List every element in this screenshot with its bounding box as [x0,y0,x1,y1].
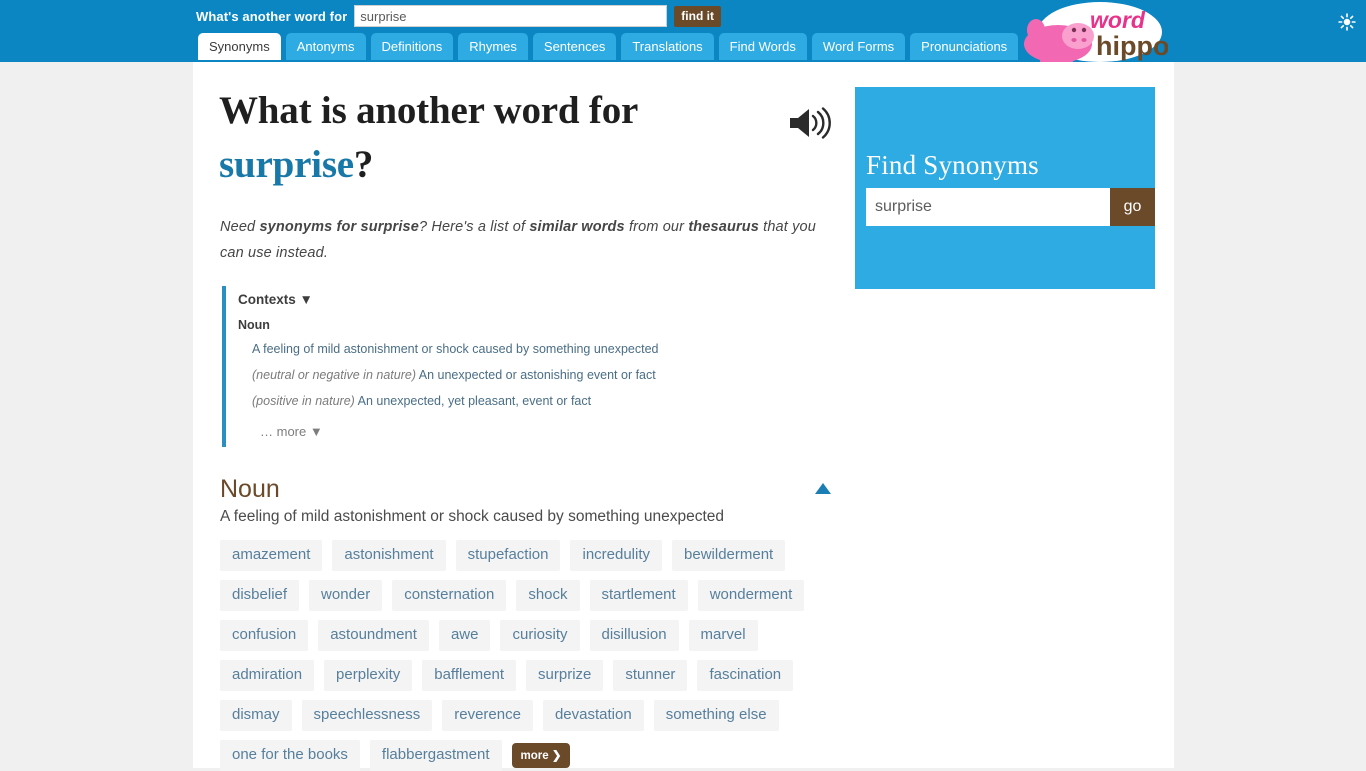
blurb-bold-2: similar words [529,218,625,235]
header-search-form: What's another word for find it [196,5,721,27]
sidebar-search-input[interactable] [866,188,1110,226]
context-line[interactable]: (neutral or negative in nature) An unexp… [252,367,842,384]
synonym-chip[interactable]: something else [653,700,779,731]
synonym-chip[interactable]: stunner [613,660,688,691]
tab-translations[interactable]: Translations [621,33,714,60]
synonym-chip[interactable]: startlement [589,580,688,611]
blurb-bold-1: synonyms for surprise [259,218,419,235]
sidebar-search-form: go [866,188,1155,226]
search-label: What's another word for [196,8,348,24]
context-text: An unexpected, yet pleasant, event or fa… [354,394,592,409]
tab-find-words[interactable]: Find Words [718,33,807,60]
chevron-down-icon: ▼ [299,292,313,308]
synonym-chip[interactable]: marvel [688,620,758,651]
synonym-chip[interactable]: stupefaction [455,540,561,571]
blurb-part-2: ? Here's a list of [418,218,530,235]
synonym-chip[interactable]: astonishment [332,540,446,571]
context-note: (neutral or negative in nature) [252,368,416,383]
context-note: (positive in nature) [252,394,355,409]
synonym-chip[interactable]: astoundment [318,620,429,651]
contexts-panel: Contexts ▼ Noun A feeling of mild astoni… [222,286,842,447]
sun-icon[interactable] [1338,13,1356,31]
context-text: An unexpected or astonishing event or fa… [415,368,656,383]
page-title-prefix: What is another word for [219,89,639,132]
synonym-chip[interactable]: bafflement [422,660,517,691]
tab-sentences[interactable]: Sentences [532,33,617,60]
synonym-list: amazement astonishment stupefaction incr… [220,540,840,771]
synonym-chip[interactable]: consternation [392,580,507,611]
tab-word-forms[interactable]: Word Forms [811,33,906,60]
section-title: Noun [220,475,280,503]
noun-section: Noun A feeling of mild astonishment or s… [220,475,840,771]
synonym-chip[interactable]: awe [438,620,491,651]
main-column: What is another word for surprise? Need … [193,62,855,771]
synonym-chip[interactable]: amazement [220,540,323,571]
page-title: What is another word for surprise? [219,84,855,192]
triangle-up-icon[interactable] [815,483,831,494]
sidebar-go-button[interactable]: go [1110,188,1155,226]
synonym-chip[interactable]: surprize [526,660,604,691]
context-text: A feeling of mild astonishment or shock … [252,342,659,357]
synonym-chip[interactable]: speechlessness [301,700,433,731]
synonym-chip[interactable]: wonder [309,580,383,611]
synonym-chip[interactable]: fascination [697,660,794,691]
nav-tabs: Synonyms Antonyms Definitions Rhymes Sen… [198,33,1019,60]
contexts-title-label: Contexts [238,292,296,308]
synonym-chip[interactable]: disbelief [220,580,300,611]
synonym-chip[interactable]: admiration [220,660,315,691]
page-title-word: surprise [219,142,354,186]
more-synonyms-button[interactable]: more ❯ [511,743,571,768]
blurb-part-3: from our [624,218,689,235]
synonym-chip[interactable]: devastation [542,700,644,731]
synonym-chip[interactable]: wonderment [697,580,805,611]
tab-rhymes[interactable]: Rhymes [458,33,528,60]
tab-pronunciations[interactable]: Pronunciations [910,33,1019,60]
contexts-toggle[interactable]: Contexts ▼ [238,292,842,307]
blurb-part-1: Need [220,218,260,235]
context-line[interactable]: A feeling of mild astonishment or shock … [252,341,842,358]
page-content-area: What is another word for surprise? Need … [193,62,1174,771]
context-line[interactable]: (positive in nature) An unexpected, yet … [252,393,842,410]
speaker-icon[interactable] [788,106,832,140]
synonym-chip[interactable]: shock [516,580,580,611]
find-synonyms-panel: Find Synonyms go [855,87,1155,289]
search-input[interactable] [354,5,668,27]
sidebar-title: Find Synonyms [866,150,1039,180]
synonym-chip[interactable]: dismay [220,700,292,731]
contexts-pos-label: Noun [238,318,270,333]
synonym-chip[interactable]: confusion [220,620,309,651]
find-it-button[interactable]: find it [674,5,721,27]
synonym-chip[interactable]: one for the books [220,740,360,771]
intro-blurb: Need synonyms for surprise? Here's a lis… [220,214,830,267]
contexts-more-link[interactable]: … more ▼ [260,424,842,439]
tab-antonyms[interactable]: Antonyms [285,33,366,60]
tab-definitions[interactable]: Definitions [370,33,454,60]
synonym-chip[interactable]: flabbergastment [369,740,502,771]
top-header-bar: What's another word for find it Synonyms… [0,0,1366,62]
section-definition: A feeling of mild astonishment or shock … [220,508,725,525]
synonym-chip[interactable]: incredulity [570,540,663,571]
synonym-chip[interactable]: disillusion [589,620,679,651]
tab-synonyms[interactable]: Synonyms [198,33,281,60]
synonym-chip[interactable]: reverence [442,700,533,731]
page-title-suffix: ? [353,142,374,186]
blurb-bold-3: thesaurus [688,218,759,235]
synonym-chip[interactable]: curiosity [500,620,580,651]
synonym-chip[interactable]: perplexity [324,660,413,691]
synonym-chip[interactable]: bewilderment [672,540,786,571]
